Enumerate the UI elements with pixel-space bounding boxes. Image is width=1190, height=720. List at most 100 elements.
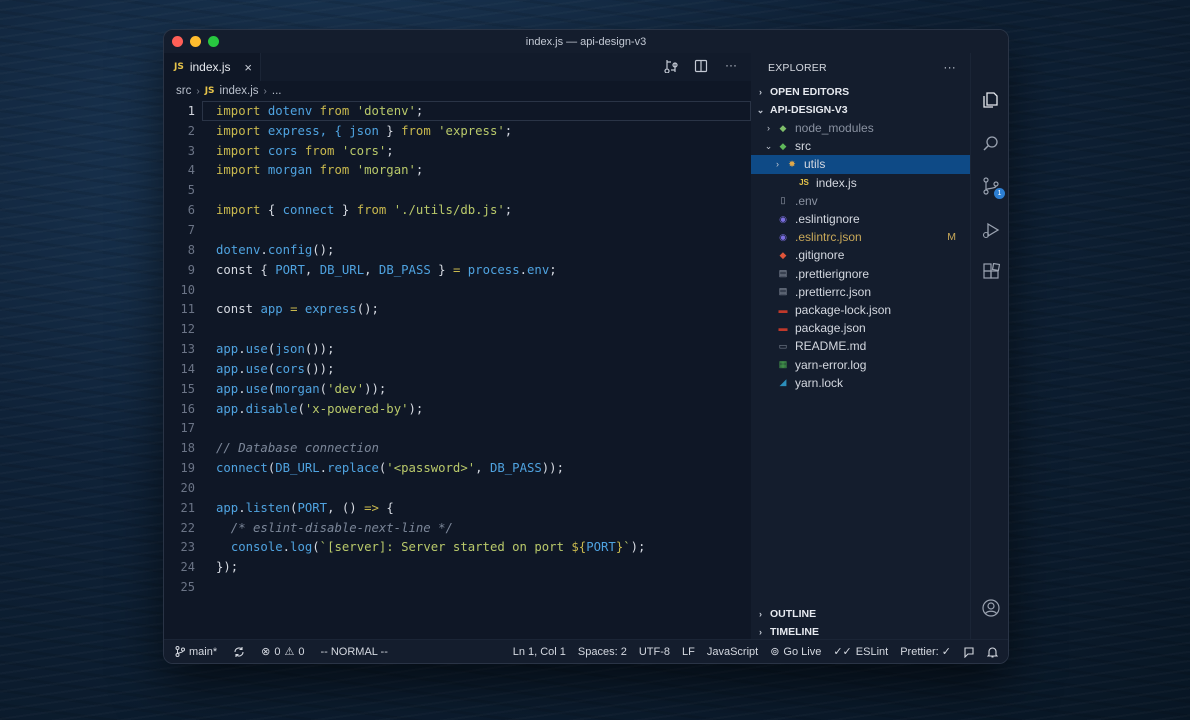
code-token: from (356, 203, 387, 218)
code-line[interactable]: 7 (164, 220, 751, 240)
code-line[interactable]: 8 dotenv.config(); (164, 240, 751, 260)
tree-item[interactable]: ▤ .prettierignore (751, 265, 970, 283)
compare-changes-icon[interactable] (663, 59, 679, 76)
prettier-icon: ▤ (778, 286, 788, 297)
language-mode[interactable]: JavaScript (701, 646, 764, 658)
run-debug-icon[interactable] (982, 221, 1000, 239)
tree-item[interactable]: ◉ .eslintrc.json M (751, 228, 970, 246)
extensions-icon[interactable] (982, 263, 1000, 281)
tree-item[interactable]: ▬ package.json (751, 319, 970, 337)
tree-item[interactable]: ◆ .gitignore (751, 246, 970, 264)
code-token: ); (408, 401, 424, 416)
code-token: ( (312, 540, 320, 555)
eslint-status[interactable]: ✓✓ ESLint (827, 645, 894, 659)
tree-item[interactable]: ▤ .prettierrc.json (751, 283, 970, 301)
code-line[interactable]: 1 import dotenv from 'dotenv'; (164, 101, 751, 121)
account-icon[interactable] (982, 599, 1000, 617)
explorer-more-icon[interactable]: ··· (943, 60, 956, 74)
tree-item-label: .gitignore (795, 248, 845, 263)
tree-item[interactable]: ◢ yarn.lock (751, 374, 970, 392)
js-file-icon: JS (204, 86, 215, 96)
notifications-button[interactable] (981, 646, 1008, 658)
cursor-position[interactable]: Ln 1, Col 1 (507, 646, 572, 658)
tree-item[interactable]: ⌄ ◆ src (751, 137, 970, 155)
code-text: // Database connection (195, 441, 379, 455)
encoding[interactable]: UTF-8 (633, 646, 676, 658)
code-token: './utils/db.js' (393, 203, 505, 218)
code-token: ()); (304, 361, 335, 376)
code-line[interactable]: 6 import { connect } from './utils/db.js'… (164, 200, 751, 220)
indentation[interactable]: Spaces: 2 (572, 646, 633, 658)
code-line[interactable]: 4 import morgan from 'morgan'; (164, 161, 751, 181)
code-token: . (260, 242, 268, 257)
code-line[interactable]: 10 (164, 280, 751, 300)
code-line[interactable]: 17 (164, 419, 751, 439)
code-token: PORT (297, 500, 328, 515)
code-line[interactable]: 5 (164, 180, 751, 200)
code-line[interactable]: 15 app.use(morgan('dev')); (164, 379, 751, 399)
warning-icon: ⚠ (284, 646, 295, 658)
code-line[interactable]: 20 (164, 478, 751, 498)
code-line[interactable]: 21 app.listen(PORT, () => { (164, 498, 751, 518)
code-line[interactable]: 12 (164, 319, 751, 339)
feedback-button[interactable] (957, 646, 981, 658)
code-token: app (260, 302, 283, 317)
code-line[interactable]: 18 // Database connection (164, 438, 751, 458)
tab-label: index.js (189, 60, 231, 74)
tree-item[interactable]: ▭ README.md (751, 337, 970, 355)
tree-item[interactable]: ▬ package-lock.json (751, 301, 970, 319)
close-icon[interactable]: × (244, 60, 252, 75)
search-icon[interactable] (982, 135, 1000, 153)
sync-button[interactable] (223, 646, 255, 658)
code-line[interactable]: 13 app.use(json()); (164, 339, 751, 359)
prettier-status[interactable]: Prettier: ✓ (894, 645, 957, 658)
code-line[interactable]: 22 /* eslint-disable-next-line */ (164, 518, 751, 538)
code-line[interactable]: 16 app.disable('x-powered-by'); (164, 399, 751, 419)
tree-item[interactable]: JS index.js (751, 174, 970, 192)
end-of-line[interactable]: LF (676, 646, 701, 658)
code-line[interactable]: 25 (164, 577, 751, 597)
code-line[interactable]: 24}); (164, 557, 751, 577)
minimize-window-button[interactable] (190, 36, 201, 47)
code-token: app (216, 500, 239, 515)
outline-section[interactable]: › OUTLINE (751, 605, 970, 623)
tree-item[interactable]: ▯ .env (751, 192, 970, 210)
project-section[interactable]: ⌄ API-DESIGN-V3 (751, 101, 970, 119)
tree-item[interactable]: › ◆ node_modules (751, 119, 970, 137)
tree-item-label: node_modules (795, 121, 874, 136)
code-editor[interactable]: 1 import dotenv from 'dotenv'; 2 import exp… (164, 101, 751, 621)
code-token: DB_URL (319, 262, 365, 277)
breadcrumb-folder[interactable]: src (176, 85, 191, 97)
code-line[interactable]: 2 import express, { json } from 'express'… (164, 121, 751, 141)
zoom-window-button[interactable] (208, 36, 219, 47)
breadcrumb-file[interactable]: index.js (220, 85, 259, 97)
problems-status[interactable]: ⊗ 0 ⚠ 0 (255, 645, 310, 659)
code-line[interactable]: 14 app.use(cors()); (164, 359, 751, 379)
error-icon: ⊗ (261, 646, 271, 658)
breadcrumb-symbols[interactable]: ... (272, 85, 282, 97)
close-window-button[interactable] (172, 36, 183, 47)
code-text: app.use(json()); (195, 342, 335, 356)
window-controls (172, 36, 219, 47)
split-editor-icon[interactable] (693, 59, 709, 76)
code-token: import (216, 143, 261, 158)
open-editors-section[interactable]: › OPEN EDITORS (751, 83, 970, 101)
explorer-icon[interactable] (982, 91, 1000, 109)
tree-item[interactable]: › ✸ utils (751, 155, 970, 174)
branch-status[interactable]: main* (164, 646, 223, 658)
tab-index-js[interactable]: JS index.js × (164, 53, 261, 81)
code-line[interactable]: 11 const app = express(); (164, 299, 751, 319)
code-line[interactable]: 23 console.log(`[server]: Server started… (164, 538, 751, 558)
code-line[interactable]: 3 import cors from 'cors'; (164, 141, 751, 161)
code-line[interactable]: 9 const { PORT, DB_URL, DB_PASS } = proce… (164, 260, 751, 280)
tree-item[interactable]: ◉ .eslintignore (751, 210, 970, 228)
tree-item[interactable]: ▦ yarn-error.log (751, 355, 970, 373)
bell-icon (987, 646, 998, 658)
more-actions-icon[interactable]: ··· (723, 59, 739, 76)
code-line[interactable]: 19 connect(DB_URL.replace('<password>', D… (164, 458, 751, 478)
go-live-button[interactable]: ⊚ Go Live (764, 645, 827, 659)
line-number: 8 (187, 242, 195, 257)
